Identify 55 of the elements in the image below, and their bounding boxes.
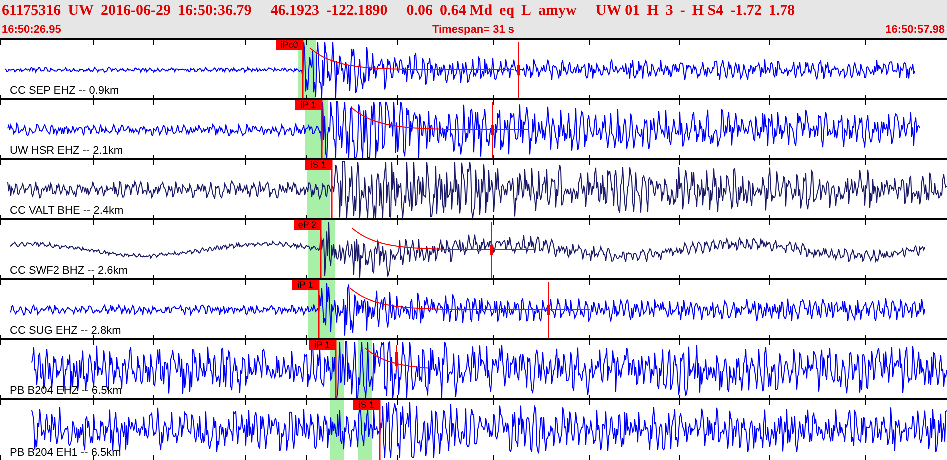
header-field: UW — [68, 2, 94, 20]
pick-label[interactable]: iS 1 — [305, 160, 332, 170]
pick-label[interactable]: iP 1 — [292, 280, 319, 290]
header-field: - — [680, 2, 686, 20]
end-marker[interactable] — [492, 102, 494, 158]
timespan: Timespan= 31 s — [432, 24, 515, 36]
pick-line[interactable] — [321, 100, 323, 158]
header-field: -1.72 — [730, 2, 762, 20]
pick-line[interactable] — [318, 280, 320, 338]
trace-label: CC SUG EHZ -- 2.8km — [10, 325, 122, 338]
header-field: 0.06 — [406, 2, 434, 20]
trace-panel[interactable]: iP 1 PB B204 EHZ -- 6.5km — [0, 340, 947, 400]
pick-label[interactable]: iP 1 — [295, 100, 322, 110]
header-field: 61175316 — [2, 2, 62, 20]
pick-label[interactable]: eP 2 — [294, 220, 321, 230]
pick-line[interactable] — [335, 340, 337, 398]
trace-label: UW HSR EHZ -- 2.1km — [10, 145, 124, 158]
pick-label[interactable]: iP 1 — [309, 340, 336, 350]
coda-curve — [364, 348, 428, 369]
trace-panel[interactable]: iPc0 CC SEP EHZ -- 0.9km — [0, 40, 947, 100]
header-field: 46.1923 — [270, 2, 320, 20]
header-field: H — [647, 2, 659, 20]
start-time: 16:50:26.95 — [2, 24, 62, 36]
end-marker[interactable] — [518, 42, 520, 98]
end-time: 16:50:57.98 — [886, 24, 945, 36]
end-marker[interactable] — [396, 344, 398, 370]
trace-panel[interactable]: eP 2 CC SWF2 BHZ -- 2.6km — [0, 220, 947, 280]
pick-label[interactable]: iPc0 — [276, 40, 303, 50]
header-field: 0.64 Md — [440, 2, 493, 20]
trace-panel[interactable]: iS 1 CC VALT BHE -- 2.4km — [0, 160, 947, 220]
trace-panel[interactable]: iP 1 CC SUG EHZ -- 2.8km — [0, 280, 947, 340]
trace-label: CC SEP EHZ -- 0.9km — [10, 85, 120, 98]
header-field: 16:50:36.79 — [178, 2, 252, 20]
pick-line[interactable] — [331, 160, 333, 218]
pick-line[interactable] — [302, 40, 304, 98]
header-field: L — [522, 2, 532, 20]
trace-panel[interactable]: iP 1 UW HSR EHZ -- 2.1km — [0, 100, 947, 160]
trace-panel[interactable]: iS 1 PB B204 EH1 -- 6.5km — [0, 400, 947, 460]
header-field: eq — [500, 2, 515, 20]
header-field: 1.78 — [768, 2, 796, 20]
trace-label: PB B204 EH1 -- 6.5km — [10, 447, 122, 460]
header-field: 2016-06-29 — [101, 2, 172, 20]
header-field: UW 01 — [596, 2, 640, 20]
pick-line[interactable] — [320, 220, 322, 278]
pick-label[interactable]: iS 1 — [353, 400, 380, 410]
header-field: -122.1890 — [326, 2, 388, 20]
end-marker[interactable] — [490, 222, 494, 278]
trace-label: CC VALT BHE -- 2.4km — [10, 205, 124, 218]
header-field: amyw — [538, 2, 577, 20]
trace-label: CC SWF2 BHZ -- 2.6km — [10, 265, 128, 278]
header-field: 3 — [666, 2, 674, 20]
trace-label: PB B204 EHZ -- 6.5km — [10, 385, 122, 398]
header-field: H S4 — [692, 2, 724, 20]
end-marker[interactable] — [548, 282, 550, 338]
pick-line[interactable] — [379, 400, 381, 460]
